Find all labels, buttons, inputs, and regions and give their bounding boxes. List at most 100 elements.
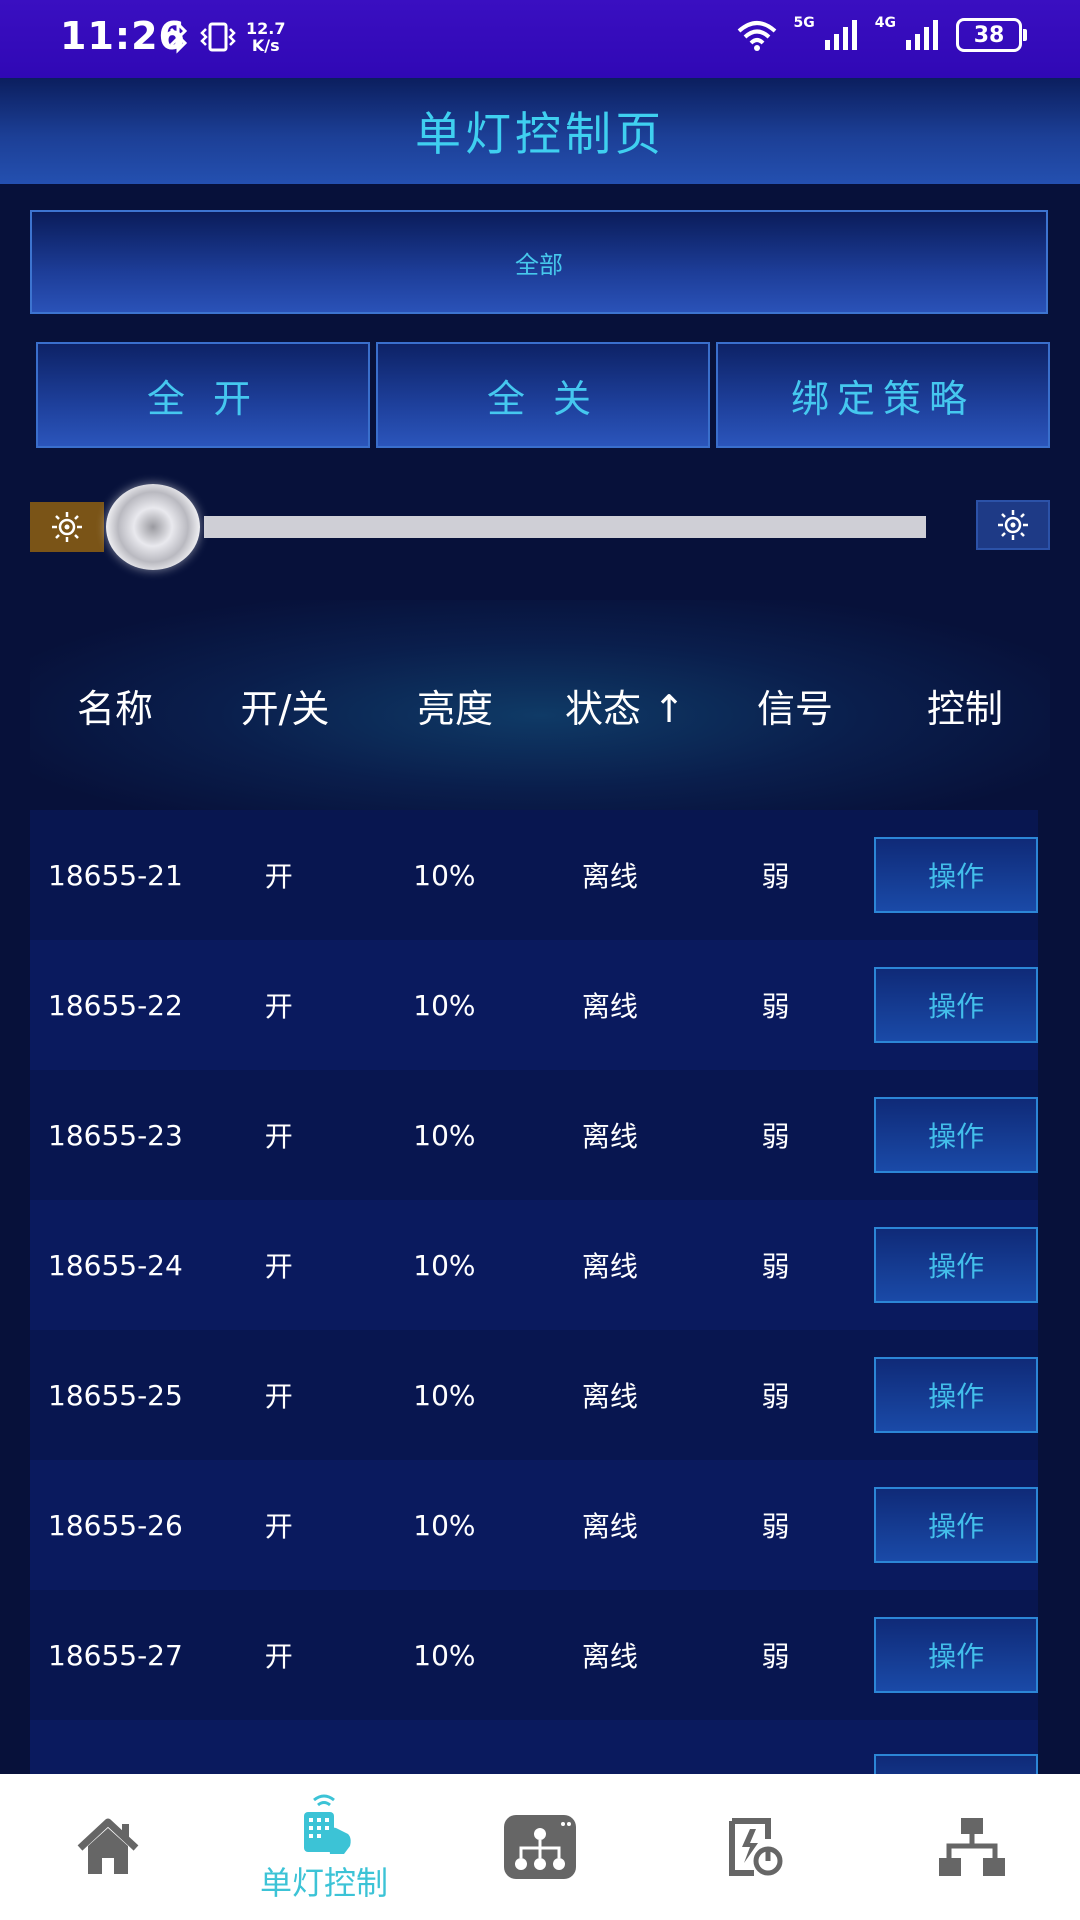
lamp-signal: 弱	[761, 1380, 790, 1413]
column-header-signal[interactable]: 信号	[710, 678, 880, 733]
lamp-power: 开	[264, 860, 293, 893]
table-row: 18655-22 开 10% 离线 弱 操作	[30, 940, 1038, 1070]
lamp-power: 开	[264, 1640, 293, 1673]
bottom-nav: 单灯控制	[0, 1774, 1080, 1920]
network-type-5g: 5G	[793, 15, 815, 31]
table-row-partial	[30, 1720, 1038, 1780]
lamp-brightness: 10%	[413, 1118, 476, 1152]
lamp-brightness: 10%	[413, 858, 476, 892]
column-header-power[interactable]: 开/关	[200, 678, 370, 733]
lamp-signal: 弱	[761, 860, 790, 893]
network-speed-unit: K/s	[251, 36, 280, 55]
operate-button[interactable]: 操作	[874, 1357, 1038, 1433]
signal-5g-icon	[824, 20, 857, 50]
brightness-min-button[interactable]	[30, 502, 104, 552]
column-header-brightness[interactable]: 亮度	[370, 678, 540, 733]
sun-bright-icon	[998, 510, 1028, 540]
column-header-status[interactable]: 状态 ↑	[540, 678, 710, 733]
lamp-name: 18655-22	[48, 988, 183, 1022]
lamp-power: 开	[264, 1380, 293, 1413]
table-row: 18655-27 开 10% 离线 弱 操作	[30, 1590, 1038, 1720]
nav-home[interactable]	[0, 1774, 216, 1920]
lamp-name: 18655-26	[48, 1508, 183, 1542]
lamp-brightness: 10%	[413, 1638, 476, 1672]
status-bar: 11:26 12.7 K/s 5G 4G 38	[0, 0, 1080, 78]
slider-track[interactable]	[204, 516, 926, 538]
operate-button[interactable]: 操作	[874, 1617, 1038, 1693]
lamp-signal: 弱	[761, 1640, 790, 1673]
operate-button[interactable]: 操作	[874, 967, 1038, 1043]
nav-network[interactable]	[864, 1774, 1080, 1920]
nav-lamp-control-label: 单灯控制	[259, 1864, 388, 1902]
lamp-name: 18655-21	[48, 858, 183, 892]
battery-indicator: 38	[956, 18, 1027, 52]
power-report-icon	[729, 1818, 783, 1876]
bind-policy-button[interactable]: 绑定策略	[716, 342, 1050, 448]
nav-topology[interactable]	[432, 1774, 648, 1920]
signal-4g-icon	[906, 20, 938, 50]
app-root: 11:26 12.7 K/s 5G 4G 38 单灯控制页 全部 全 开 全 关…	[0, 0, 1080, 1920]
home-icon	[77, 1818, 139, 1874]
lamp-power: 开	[264, 990, 293, 1023]
brightness-slider[interactable]	[30, 480, 1050, 580]
operate-button[interactable]: 操作	[874, 1227, 1038, 1303]
network-icon	[939, 1818, 1005, 1876]
lamp-signal: 弱	[761, 1250, 790, 1283]
lamp-status: 离线	[581, 1250, 638, 1283]
lamp-status: 离线	[581, 1380, 638, 1413]
table-row: 18655-21 开 10% 离线 弱 操作	[30, 810, 1038, 940]
nav-lamp-control[interactable]: 单灯控制	[216, 1774, 432, 1920]
lamp-name: 18655-24	[48, 1248, 183, 1282]
all-on-button[interactable]: 全 开	[36, 342, 370, 448]
lamp-signal: 弱	[761, 990, 790, 1023]
lamp-signal: 弱	[761, 1510, 790, 1543]
lamp-status: 离线	[581, 1120, 638, 1153]
all-off-button[interactable]: 全 关	[376, 342, 710, 448]
status-left-icons: 12.7 K/s	[168, 20, 285, 54]
lamp-control-icon	[304, 1794, 351, 1854]
network-type-4g: 4G	[874, 15, 896, 31]
table-row: 18655-24 开 10% 离线 弱 操作	[30, 1200, 1038, 1330]
lamp-table[interactable]: 18655-21 开 10% 离线 弱 操作 18655-22 开 10% 离线…	[30, 810, 1038, 1780]
lamp-name: 18655-25	[48, 1378, 183, 1412]
lamp-brightness: 10%	[413, 1248, 476, 1282]
nav-power-report[interactable]	[648, 1774, 864, 1920]
lamp-brightness: 10%	[413, 1378, 476, 1412]
bluetooth-icon	[169, 20, 188, 54]
action-buttons: 全 开 全 关 绑定策略	[36, 342, 1050, 448]
operate-button[interactable]: 操作	[874, 837, 1038, 913]
brightness-max-button[interactable]	[976, 500, 1050, 550]
column-header-name[interactable]: 名称	[30, 678, 200, 733]
slider-knob[interactable]	[106, 484, 200, 570]
lamp-name: 18655-27	[48, 1638, 183, 1672]
lamp-name: 18655-23	[48, 1118, 183, 1152]
vibrate-icon	[200, 22, 236, 52]
table-header: 名称 开/关 亮度 状态 ↑ 信号 控制	[30, 600, 1050, 810]
sun-dim-icon	[52, 512, 82, 542]
network-speed: 12.7 K/s	[246, 20, 285, 54]
lamp-power: 开	[264, 1510, 293, 1543]
table-row: 18655-25 开 10% 离线 弱 操作	[30, 1330, 1038, 1460]
battery-level: 38	[973, 22, 1005, 48]
status-right-icons: 5G 4G 38	[736, 15, 1027, 52]
group-filter-label: 全部	[515, 250, 563, 279]
wifi-icon	[737, 21, 776, 51]
lamp-status: 离线	[581, 1510, 638, 1543]
page-title: 单灯控制页	[415, 107, 665, 161]
table-row: 18655-23 开 10% 离线 弱 操作	[30, 1070, 1038, 1200]
operate-button[interactable]: 操作	[874, 1487, 1038, 1563]
lamp-power: 开	[264, 1250, 293, 1283]
lamp-status: 离线	[581, 1640, 638, 1673]
lamp-signal: 弱	[761, 1120, 790, 1153]
topology-icon	[504, 1815, 576, 1879]
table-row: 18655-26 开 10% 离线 弱 操作	[30, 1460, 1038, 1590]
lamp-brightness: 10%	[413, 1508, 476, 1542]
column-header-control[interactable]: 控制	[880, 678, 1050, 733]
lamp-brightness: 10%	[413, 988, 476, 1022]
operate-button[interactable]: 操作	[874, 1097, 1038, 1173]
lamp-power: 开	[264, 1120, 293, 1153]
lamp-status: 离线	[581, 990, 638, 1023]
lamp-status: 离线	[581, 860, 638, 893]
page-header: 单灯控制页	[0, 78, 1080, 184]
group-filter-select[interactable]: 全部	[30, 210, 1048, 314]
